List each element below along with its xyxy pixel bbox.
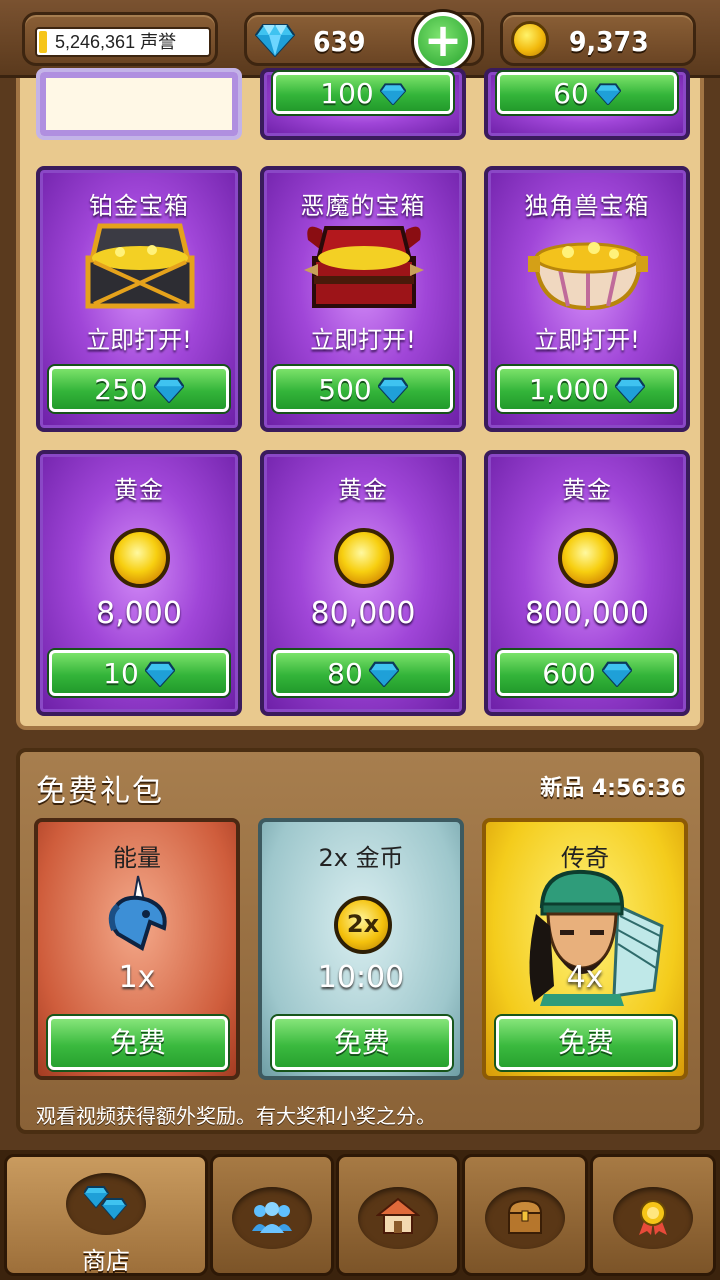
platinum-chest-icon <box>85 223 195 309</box>
price-label: 600 <box>542 657 596 690</box>
buy-gems-button[interactable]: + <box>414 12 472 70</box>
double-badge: 2x <box>346 910 380 938</box>
buy-button[interactable]: 600 <box>497 650 677 696</box>
gold-card-medium[interactable]: 黄金 80,000 80 <box>260 450 466 716</box>
nav-tab-achievements[interactable] <box>590 1154 716 1276</box>
gold-coin-icon <box>558 528 618 588</box>
free-card-energy[interactable]: 能量 1x 免费 <box>34 818 240 1080</box>
card-title: 铂金宝箱 <box>89 192 189 220</box>
medal-icon <box>639 1200 667 1235</box>
free-packs-panel: 免费礼包 新品 4:56:36 能量 1x 免费 2x 金币 2x 10:00 … <box>16 748 704 1134</box>
card-title: 黄金 <box>114 476 164 504</box>
open-now-label: 立即打开! <box>534 326 640 354</box>
chest-card-demon[interactable]: 恶魔的宝箱 立即打开! 500 <box>260 166 466 432</box>
diamond-icon <box>594 83 622 106</box>
buy-button[interactable]: 10 <box>49 650 229 696</box>
fame-value: 5,246,361 <box>55 32 136 52</box>
gold-count: 9,373 <box>569 25 649 58</box>
price-label: 10 <box>103 657 139 690</box>
gold-amount: 8,000 <box>96 596 182 631</box>
bottom-nav: 商店 <box>0 1150 720 1280</box>
free-card-double-coins[interactable]: 2x 金币 2x 10:00 免费 <box>258 818 464 1080</box>
nav-tab-home[interactable] <box>336 1154 460 1276</box>
card-value: 10:00 <box>317 960 405 995</box>
partial-card-2[interactable]: 100 <box>260 68 466 140</box>
free-packs-note: 观看视频获得额外奖励。有大奖和小奖之分。 <box>36 1104 436 1128</box>
free-packs-title: 免费礼包 <box>36 774 164 809</box>
diamond-icon <box>144 661 176 688</box>
gold-amount: 800,000 <box>524 596 650 631</box>
card-title: 黄金 <box>562 476 612 504</box>
unicorn-head-icon <box>108 875 167 951</box>
gold-coin-icon <box>110 528 170 588</box>
card-title: 2x 金币 <box>318 844 404 872</box>
diamond-icon <box>153 377 185 404</box>
fame-display: 5,246,361 声誉 <box>35 27 211 57</box>
nav-tab-shop[interactable]: 商店 <box>4 1154 208 1276</box>
nav-tab-people[interactable] <box>210 1154 334 1276</box>
new-timer: 新品 4:56:36 <box>540 776 686 801</box>
gold-amount: 80,000 <box>310 596 416 631</box>
demon-chest-icon <box>304 226 424 308</box>
price-label: 80 <box>327 657 363 690</box>
gems-count: 639 <box>313 25 366 58</box>
buy-button[interactable]: 500 <box>273 366 453 412</box>
price-label: 60 <box>553 77 589 110</box>
nav-label: 商店 <box>82 1247 130 1275</box>
chest-icon <box>507 1199 543 1234</box>
buy-button[interactable]: 100 <box>273 72 453 114</box>
diamond-icon <box>601 661 633 688</box>
partial-card-1[interactable] <box>36 68 242 140</box>
card-title: 能量 <box>113 844 161 872</box>
card-title: 黄金 <box>338 476 388 504</box>
nav-tab-chests[interactable] <box>462 1154 588 1276</box>
shop-panel: 100 60 铂金宝箱 立即打开! 250 恶魔的宝箱 立即打开! 500 独角… <box>16 68 704 730</box>
diamond-icon <box>379 83 407 106</box>
gold-coin-icon <box>511 21 549 59</box>
unicorn-chest-icon <box>528 242 648 310</box>
diamond-icon <box>614 377 646 404</box>
buy-button[interactable]: 1,000 <box>497 366 677 412</box>
gold-card-large[interactable]: 黄金 800,000 600 <box>484 450 690 716</box>
price-label: 100 <box>320 77 374 110</box>
top-bar: 5,246,361 声誉 639 + 9,373 <box>0 0 720 78</box>
chest-card-platinum[interactable]: 铂金宝箱 立即打开! 250 <box>36 166 242 432</box>
house-icon <box>376 1197 420 1234</box>
diamonds-icon <box>84 1186 128 1221</box>
people-icon <box>252 1202 292 1233</box>
price-label: 250 <box>94 373 148 406</box>
open-now-label: 立即打开! <box>86 326 192 354</box>
fame-progress-bar <box>39 31 47 53</box>
open-now-label: 立即打开! <box>310 326 416 354</box>
buy-button[interactable]: 80 <box>273 650 453 696</box>
card-title: 恶魔的宝箱 <box>300 192 426 220</box>
card-value: 1x <box>118 960 156 995</box>
fame-pill: 5,246,361 声誉 <box>22 12 218 66</box>
fame-label: 声誉 <box>140 32 177 52</box>
free-claim-button[interactable]: 免费 <box>272 1016 452 1070</box>
buy-button[interactable]: 250 <box>49 366 229 412</box>
free-card-legendary[interactable]: 传奇 4x 免费 <box>482 818 688 1080</box>
buy-button[interactable]: 60 <box>497 72 677 114</box>
double-coin-icon: 2x <box>334 896 392 954</box>
card-value: 4x <box>566 960 604 995</box>
diamond-icon <box>255 24 295 57</box>
free-claim-button[interactable]: 免费 <box>48 1016 228 1070</box>
free-claim-button[interactable]: 免费 <box>496 1016 676 1070</box>
diamond-icon <box>368 661 400 688</box>
card-title: 独角兽宝箱 <box>524 192 650 220</box>
price-label: 1,000 <box>528 373 610 406</box>
diamond-icon <box>377 377 409 404</box>
gold-pill: 9,373 <box>500 12 696 66</box>
gold-coin-icon <box>334 528 394 588</box>
price-label: 500 <box>318 373 372 406</box>
chest-card-unicorn[interactable]: 独角兽宝箱 立即打开! 1,000 <box>484 166 690 432</box>
gold-card-small[interactable]: 黄金 8,000 10 <box>36 450 242 716</box>
partial-card-3[interactable]: 60 <box>484 68 690 140</box>
